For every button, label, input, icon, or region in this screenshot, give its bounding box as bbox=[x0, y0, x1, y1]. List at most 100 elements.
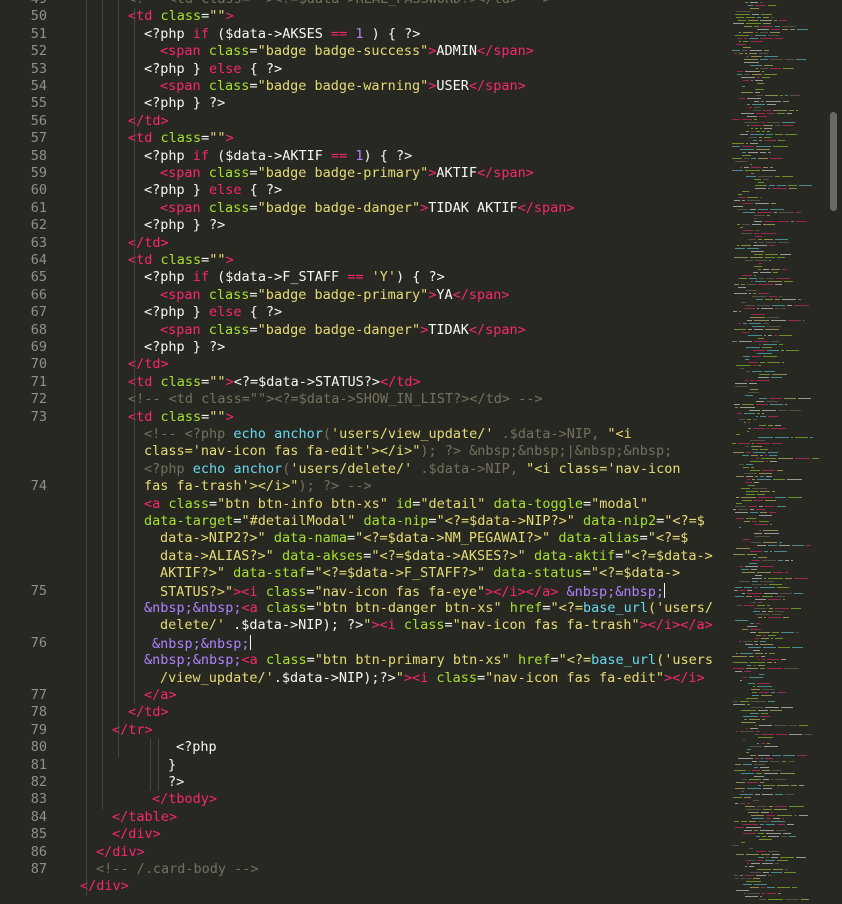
minimap-line bbox=[782, 122, 795, 123]
minimap-line bbox=[761, 734, 774, 735]
line-number: 51 bbox=[30, 25, 47, 42]
minimap-line bbox=[754, 26, 759, 27]
minimap-line bbox=[758, 158, 768, 159]
minimap-line bbox=[775, 638, 783, 639]
minimap-line bbox=[791, 221, 794, 222]
minimap-line bbox=[765, 455, 767, 456]
minimap-line bbox=[749, 746, 762, 747]
minimap-line bbox=[768, 281, 782, 282]
minimap-line bbox=[745, 53, 747, 54]
minimap-line bbox=[773, 479, 785, 480]
code-editor[interactable]: 4950515253545556575859606162636465666768… bbox=[0, 0, 726, 904]
code-line: } bbox=[168, 757, 176, 774]
minimap-line bbox=[775, 611, 784, 612]
line-number: 81 bbox=[30, 756, 47, 773]
minimap-line bbox=[744, 59, 758, 60]
minimap-line bbox=[755, 80, 763, 81]
line-number: 59 bbox=[30, 165, 47, 181]
minimap-line bbox=[799, 185, 812, 186]
minimap[interactable] bbox=[726, 0, 826, 904]
code-line: <td class=""><?=$data->STATUS?></td> bbox=[128, 374, 421, 391]
code-token: "btn btn-danger btn-xs" bbox=[314, 600, 502, 616]
minimap-line bbox=[760, 128, 762, 129]
minimap-line bbox=[735, 35, 749, 36]
minimap-line bbox=[754, 221, 762, 222]
code-token: <!-- <?php bbox=[144, 426, 234, 442]
minimap-line bbox=[747, 788, 761, 789]
minimap-line bbox=[746, 56, 749, 57]
code-area[interactable]: <!-- <td class=""><?=$data->REAL_PASSWOR… bbox=[64, 0, 726, 904]
minimap-line bbox=[732, 443, 736, 444]
minimap-line bbox=[736, 854, 744, 855]
code-token: </div> bbox=[80, 878, 129, 895]
minimap-line bbox=[772, 770, 781, 771]
minimap-line bbox=[763, 323, 769, 324]
vertical-scrollbar[interactable] bbox=[826, 0, 842, 904]
minimap-line bbox=[767, 893, 776, 894]
line-number: 68 bbox=[30, 321, 47, 338]
line-number: 65 bbox=[30, 269, 47, 286]
minimap-line bbox=[799, 785, 804, 786]
code-token: <!-- <td class=""><?=$data->REAL_PASSWOR… bbox=[128, 0, 551, 7]
code-token: else bbox=[209, 182, 242, 199]
minimap-line bbox=[763, 110, 771, 111]
code-token: == bbox=[330, 25, 348, 42]
code-token: AKTIF bbox=[436, 165, 478, 181]
minimap-line bbox=[752, 770, 760, 771]
scrollbar-thumb[interactable] bbox=[830, 111, 837, 212]
line-number: 80 bbox=[30, 739, 47, 756]
code-token: data->ALIAS?>" bbox=[160, 547, 274, 564]
code-token: anchor bbox=[233, 460, 283, 477]
code-token: data-toggle bbox=[493, 495, 583, 512]
minimap-line bbox=[735, 14, 750, 15]
minimap-line bbox=[770, 209, 784, 210]
line-number: 72 bbox=[30, 391, 47, 408]
code-token: > bbox=[663, 669, 673, 686]
minimap-line bbox=[739, 566, 743, 567]
minimap-line bbox=[758, 176, 773, 177]
minimap-line bbox=[756, 113, 765, 114]
minimap-line bbox=[762, 770, 770, 771]
minimap-line bbox=[768, 635, 776, 636]
code-line: <?php } ?> bbox=[144, 217, 225, 234]
minimap-line bbox=[752, 326, 765, 327]
minimap-line bbox=[757, 29, 769, 30]
minimap-line bbox=[751, 80, 753, 81]
minimap-line bbox=[739, 53, 743, 54]
code-token: data-nip bbox=[363, 513, 429, 529]
minimap-line bbox=[750, 728, 758, 729]
minimap-line bbox=[755, 725, 757, 726]
minimap-line bbox=[763, 530, 778, 531]
minimap-line bbox=[780, 95, 783, 96]
minimap-line bbox=[733, 797, 742, 798]
minimap-line bbox=[783, 617, 789, 618]
minimap-line bbox=[752, 761, 757, 762]
minimap-line bbox=[785, 95, 788, 96]
code-line: <!-- <td class=""><?=$data->SHOW_IN_LIST… bbox=[128, 391, 543, 408]
minimap-line bbox=[768, 416, 778, 417]
code-token: ($data->AKTIF bbox=[209, 147, 331, 164]
minimap-line bbox=[751, 35, 753, 36]
minimap-line bbox=[768, 851, 779, 852]
minimap-line bbox=[779, 542, 782, 543]
code-token: ) { ?> bbox=[363, 25, 421, 42]
minimap-line bbox=[767, 743, 770, 744]
minimap-line bbox=[742, 275, 752, 276]
minimap-line bbox=[743, 323, 747, 324]
minimap-line bbox=[768, 335, 772, 336]
code-token: ( bbox=[322, 426, 331, 442]
minimap-line bbox=[785, 59, 794, 60]
minimap-line bbox=[778, 560, 783, 561]
minimap-line bbox=[744, 719, 747, 720]
code-token: <span bbox=[160, 321, 209, 338]
minimap-line bbox=[785, 794, 794, 795]
code-token: "<?=$data->F_STAFF?>" bbox=[314, 565, 486, 582]
minimap-line bbox=[774, 662, 776, 663]
minimap-line bbox=[770, 68, 781, 69]
minimap-line bbox=[749, 848, 753, 849]
code-token: <!-- <td class=""><?=$data->SHOW_IN_LIST… bbox=[128, 391, 543, 408]
minimap-line bbox=[794, 593, 803, 594]
minimap-line bbox=[751, 125, 761, 126]
minimap-line bbox=[763, 356, 777, 357]
code-token: "" bbox=[209, 130, 226, 147]
